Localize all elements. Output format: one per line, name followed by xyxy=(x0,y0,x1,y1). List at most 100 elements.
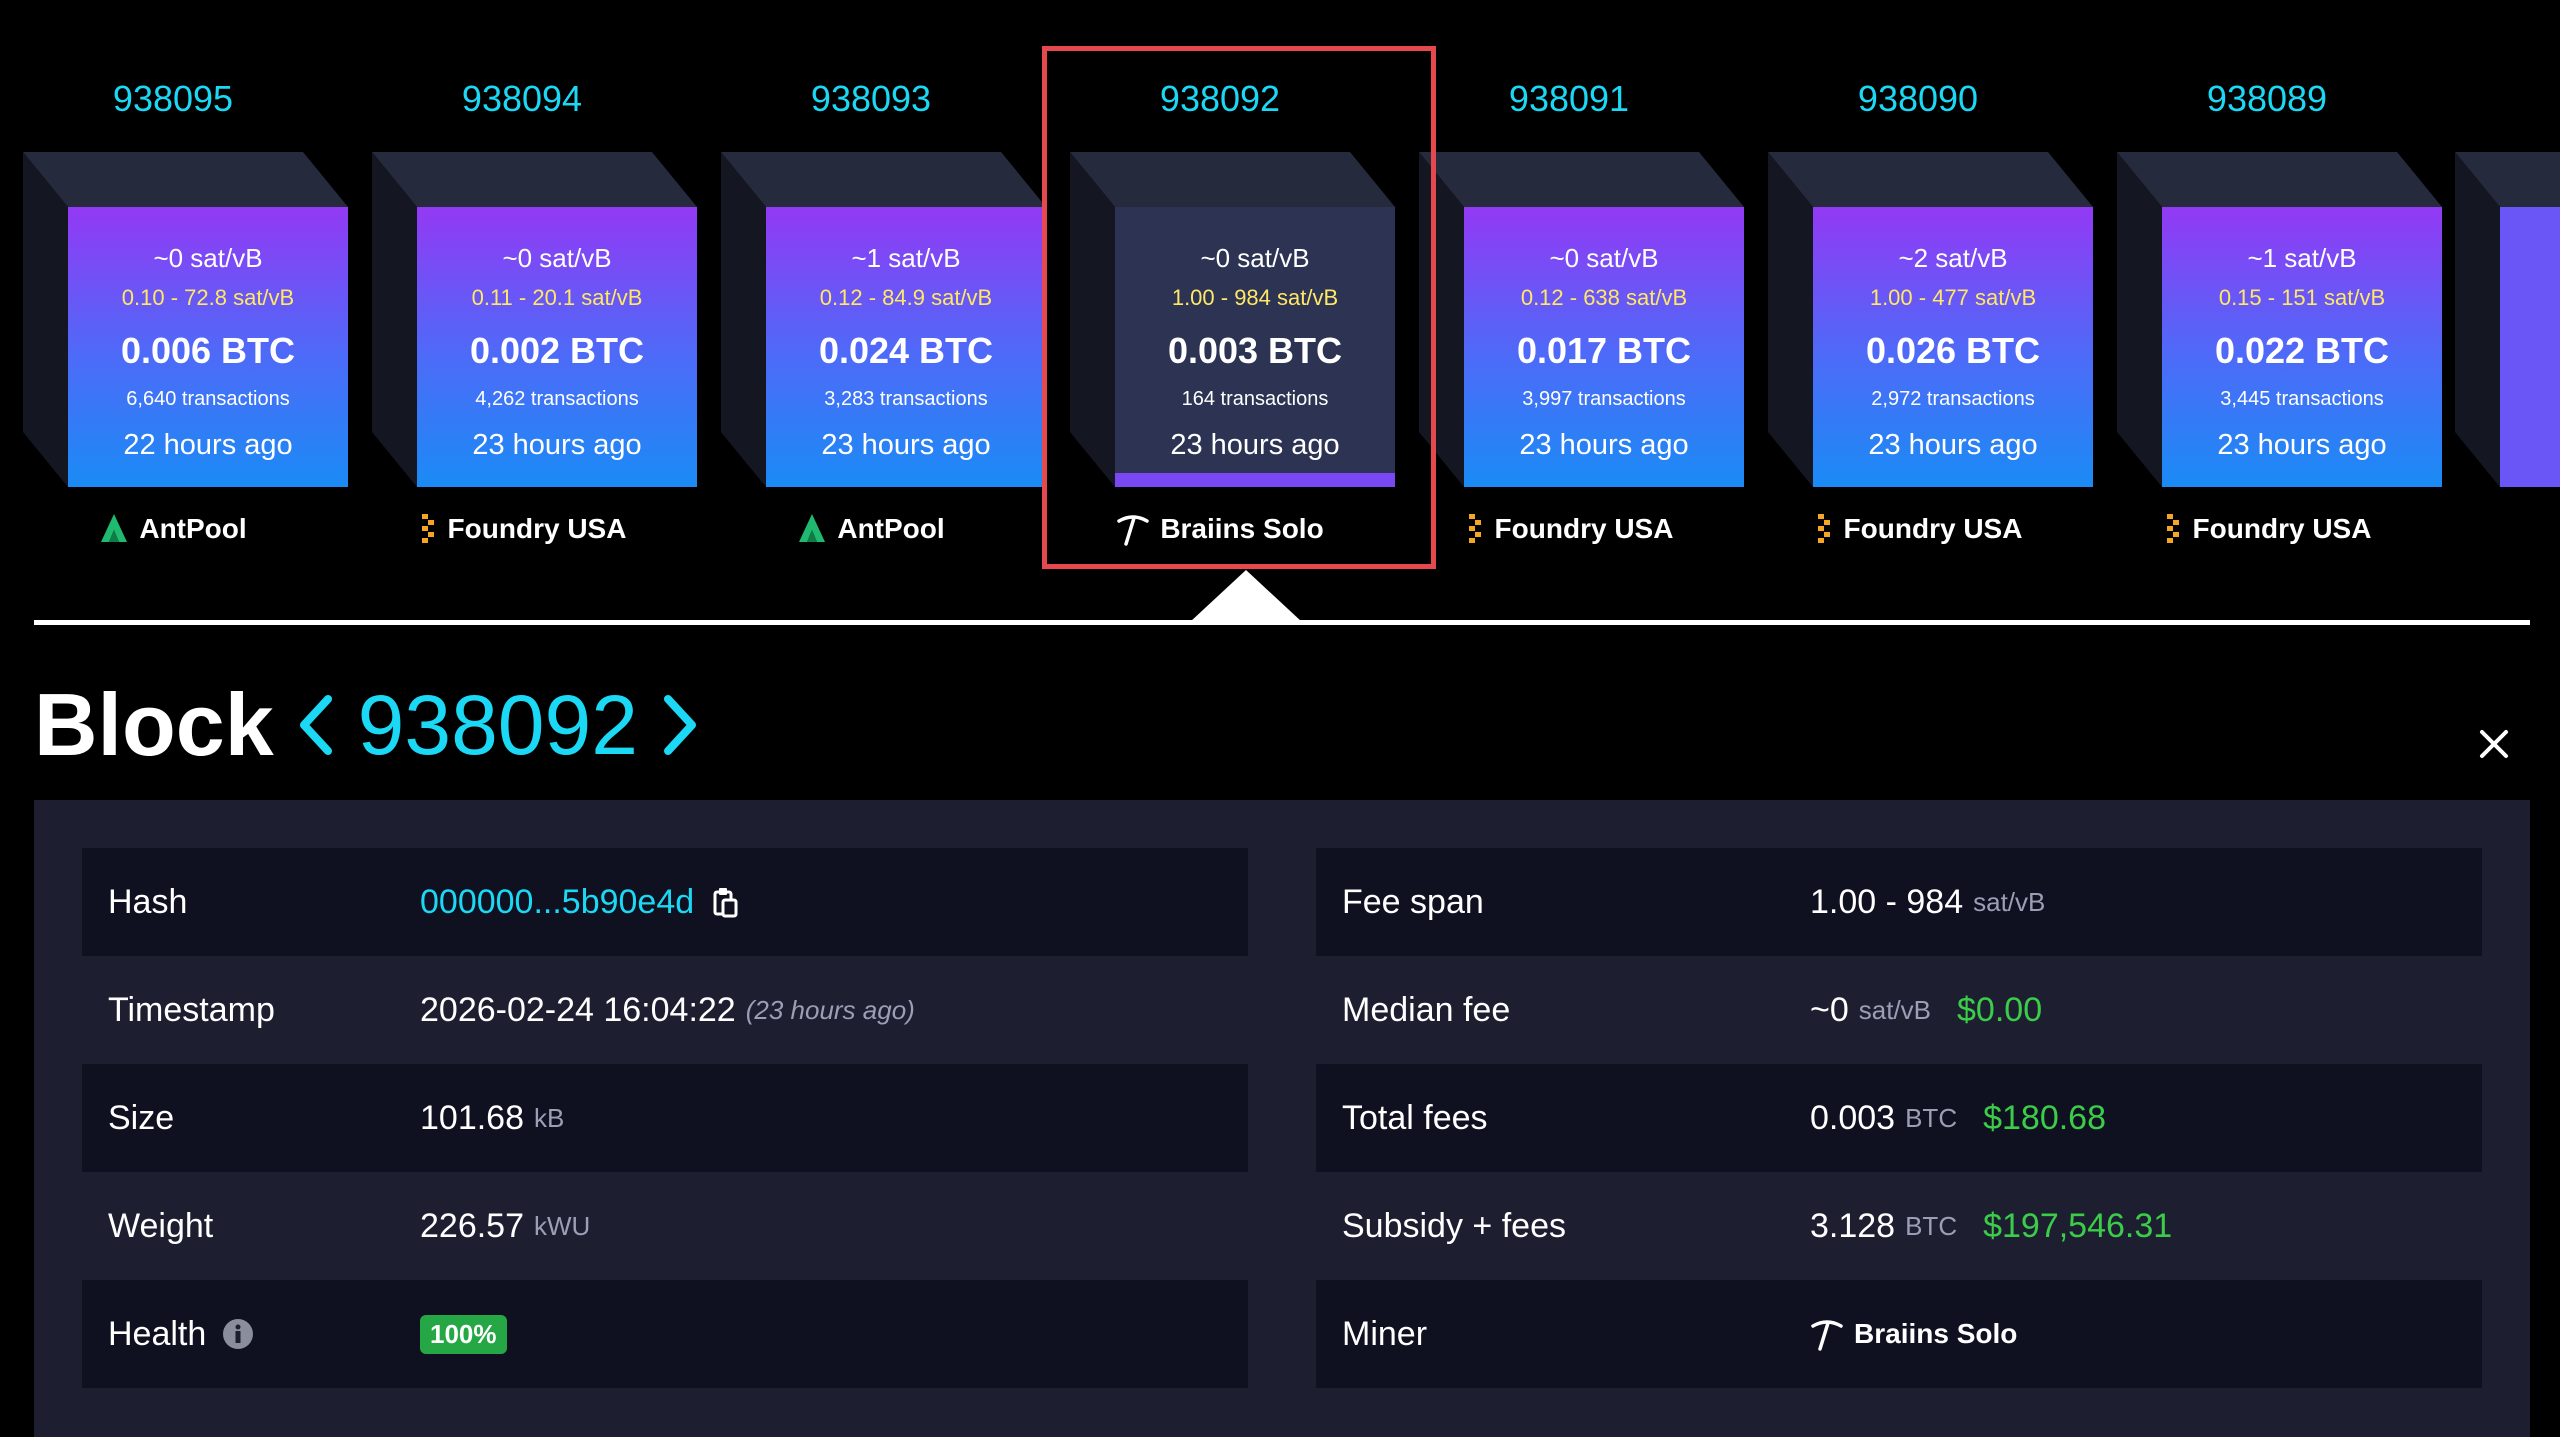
block-cube[interactable]: ~1 sat/vB 0.12 - 84.9 sat/vB 0.024 BTC 3,28… xyxy=(721,152,1046,487)
health-label-cell: Health xyxy=(82,1315,420,1354)
antpool-icon xyxy=(797,512,827,546)
block-tx-count: 2,972 transactions xyxy=(1871,388,2035,410)
block-cube[interactable]: ~0 sat/vB 0.12 - 638 sat/vB 0.017 BTC 3,997… xyxy=(1419,152,1744,487)
block-height-link[interactable]: 938093 xyxy=(706,78,1036,120)
block-height-link[interactable]: 938091 xyxy=(1404,78,1734,120)
block-miner[interactable]: Foundry USA xyxy=(2102,512,2432,546)
selected-block-pointer xyxy=(1190,570,1302,622)
block-fee-range: 0.12 - 84.9 sat/vB xyxy=(819,285,993,310)
miner-row: Miner Braiins Solo xyxy=(1316,1280,2482,1388)
subsidy-label: Subsidy + fees xyxy=(1342,1206,1566,1245)
median-fee-label: Median fee xyxy=(1342,990,1511,1029)
block-time: 23 hours ago xyxy=(2217,429,2387,461)
details-left-column: Hash 000000...5b90e4d Timestamp 2026-02-… xyxy=(82,848,1248,1388)
block-miner[interactable]: AntPool xyxy=(706,512,1036,546)
block-height-title: 938092 xyxy=(357,678,638,772)
block-median-fee: ~1 sat/vB xyxy=(851,243,961,273)
size-unit: kB xyxy=(534,1102,565,1133)
foundry-icon xyxy=(2163,512,2183,546)
block-938094[interactable]: 938094 ~0 sat/vB 0.11 - 20.1 sat/vB 0.002 B… xyxy=(357,0,697,560)
block-miner-name: Foundry USA xyxy=(1843,513,2023,544)
miner-link[interactable]: Braiins Solo xyxy=(1854,1318,2017,1350)
block-cube[interactable]: ~2 sat/vB 1.00 - 477 sat/vB 0.026 BTC 2,972… xyxy=(1768,152,2093,487)
total-fees-unit: BTC xyxy=(1905,1102,1958,1133)
size-label: Size xyxy=(108,1098,175,1137)
timestamp-value: 2026-02-24 16:04:22 xyxy=(420,990,736,1029)
next-block-chevron-icon[interactable] xyxy=(660,693,700,757)
block-time: 23 hours ago xyxy=(1868,429,2038,461)
block-tx-count: 3,997 transactions xyxy=(1522,388,1686,410)
copy-clipboard-icon[interactable] xyxy=(712,886,738,918)
block-miner-name: Foundry USA xyxy=(2192,513,2372,544)
block-tx-count: 4,262 transactions xyxy=(475,388,639,410)
block-938095[interactable]: 938095 ~0 sat/vB 0.10 - 72.8 sat/vB 0.006 B… xyxy=(8,0,348,560)
antpool-icon xyxy=(99,512,129,546)
block-tx-count: 3,445 transactions xyxy=(2220,388,2384,410)
total-fees-row: Total fees 0.003 BTC $180.68 xyxy=(1316,1064,2482,1172)
subsidy-row: Subsidy + fees 3.128 BTC $197,546.31 xyxy=(1316,1172,2482,1280)
block-938093[interactable]: 938093 ~1 sat/vB 0.12 - 84.9 sat/vB 0.024 B… xyxy=(706,0,1046,560)
block-miner-name: AntPool xyxy=(139,513,247,544)
block-height-link[interactable]: 938090 xyxy=(1753,78,2083,120)
weight-row: Weight 226.57 kWU xyxy=(82,1172,1248,1280)
block-miner[interactable]: Foundry USA xyxy=(1753,512,2083,546)
pickaxe-icon xyxy=(1811,1320,1843,1351)
block-cube[interactable]: ~0 sat/vB 0.11 - 20.1 sat/vB 0.002 BTC 4,26… xyxy=(372,152,697,487)
block-938089[interactable]: 938089 ~1 sat/vB 0.15 - 151 sat/vB 0.022 BT… xyxy=(2102,0,2442,560)
block-fee-range: 1.00 - 477 sat/vB xyxy=(1869,285,2037,310)
previous-block-chevron-icon[interactable] xyxy=(296,693,336,757)
block-face: ~0 sat/vB 0.10 - 72.8 sat/vB 0.006 BTC 6,64… xyxy=(68,207,348,487)
block-fee-range: 0.11 - 20.1 sat/vB xyxy=(471,285,643,310)
block-miner[interactable]: AntPool xyxy=(8,512,338,546)
block-strip: 938095 ~0 sat/vB 0.10 - 72.8 sat/vB 0.006 B… xyxy=(0,0,2560,640)
block-fee-range: 0.15 - 151 sat/vB xyxy=(2218,285,2386,310)
block-cube[interactable]: ~1 sat/vB 0.15 - 151 sat/vB 0.022 BTC 3,445… xyxy=(2117,152,2442,487)
foundry-icon xyxy=(418,512,438,546)
selected-block-highlight xyxy=(1042,46,1436,569)
strip-divider xyxy=(34,620,2530,625)
hash-row: Hash 000000...5b90e4d xyxy=(82,848,1248,956)
block-938091[interactable]: 938091 ~0 sat/vB 0.12 - 638 sat/vB 0.017 BT… xyxy=(1404,0,1744,560)
cube-shell-icon xyxy=(2455,152,2560,487)
block-cube[interactable]: ~0 sat/vB 0.10 - 72.8 sat/vB 0.006 BTC 6,64… xyxy=(23,152,348,487)
weight-label: Weight xyxy=(108,1206,214,1245)
block-median-fee: ~0 sat/vB xyxy=(153,243,263,273)
block-fee-range: 0.10 - 72.8 sat/vB xyxy=(121,285,295,310)
block-miner[interactable]: Foundry USA xyxy=(357,512,687,546)
block-height-link[interactable]: 938095 xyxy=(8,78,338,120)
total-fees-label: Total fees xyxy=(1342,1098,1488,1137)
fee-span-label: Fee span xyxy=(1342,882,1484,921)
weight-unit: kWU xyxy=(534,1210,591,1241)
block-time: 23 hours ago xyxy=(1519,429,1689,461)
block-median-fee: ~0 sat/vB xyxy=(1549,243,1659,273)
block-details-panel: Hash 000000...5b90e4d Timestamp 2026-02-… xyxy=(34,800,2530,1437)
median-fee-row: Median fee ~0 sat/vB $0.00 xyxy=(1316,956,2482,1064)
close-icon[interactable] xyxy=(2476,726,2512,762)
block-title: Block 938092 xyxy=(34,675,700,775)
block-miner-name: Foundry USA xyxy=(447,513,627,544)
block-938090[interactable]: 938090 ~2 sat/vB 1.00 - 477 sat/vB 0.026 BT… xyxy=(1753,0,2093,560)
block-height-link[interactable]: 938089 xyxy=(2102,78,2432,120)
block-total-btc: 0.002 BTC xyxy=(469,330,645,371)
subsidy-unit: BTC xyxy=(1905,1210,1958,1241)
fee-span-unit: sat/vB xyxy=(1973,886,2046,917)
block-height-link[interactable]: 938094 xyxy=(357,78,687,120)
median-fee-unit: sat/vB xyxy=(1858,994,1932,1025)
block-face: ~1 sat/vB 0.12 - 84.9 sat/vB 0.024 BTC 3,28… xyxy=(766,207,1046,487)
block-tx-count: 3,283 transactions xyxy=(824,388,988,410)
partial-block[interactable] xyxy=(2455,152,2560,487)
subsidy-usd: $197,546.31 xyxy=(1983,1206,2173,1245)
block-miner[interactable]: Foundry USA xyxy=(1404,512,1734,546)
block-face: ~1 sat/vB 0.15 - 151 sat/vB 0.022 BTC 3,445… xyxy=(2162,207,2442,487)
weight-value: 226.57 xyxy=(420,1206,524,1245)
info-icon[interactable] xyxy=(222,1318,254,1350)
total-fees-usd: $180.68 xyxy=(1983,1098,2106,1137)
block-total-btc: 0.006 BTC xyxy=(120,330,296,371)
block-time: 23 hours ago xyxy=(472,429,642,461)
health-row: Health 100% xyxy=(82,1280,1248,1388)
hash-link[interactable]: 000000...5b90e4d xyxy=(420,883,694,922)
block-total-btc: 0.017 BTC xyxy=(1516,330,1692,371)
subsidy-value: 3.128 xyxy=(1810,1206,1896,1245)
fee-span-value: 1.00 - 984 xyxy=(1810,882,1964,921)
block-time: 22 hours ago xyxy=(123,429,293,461)
